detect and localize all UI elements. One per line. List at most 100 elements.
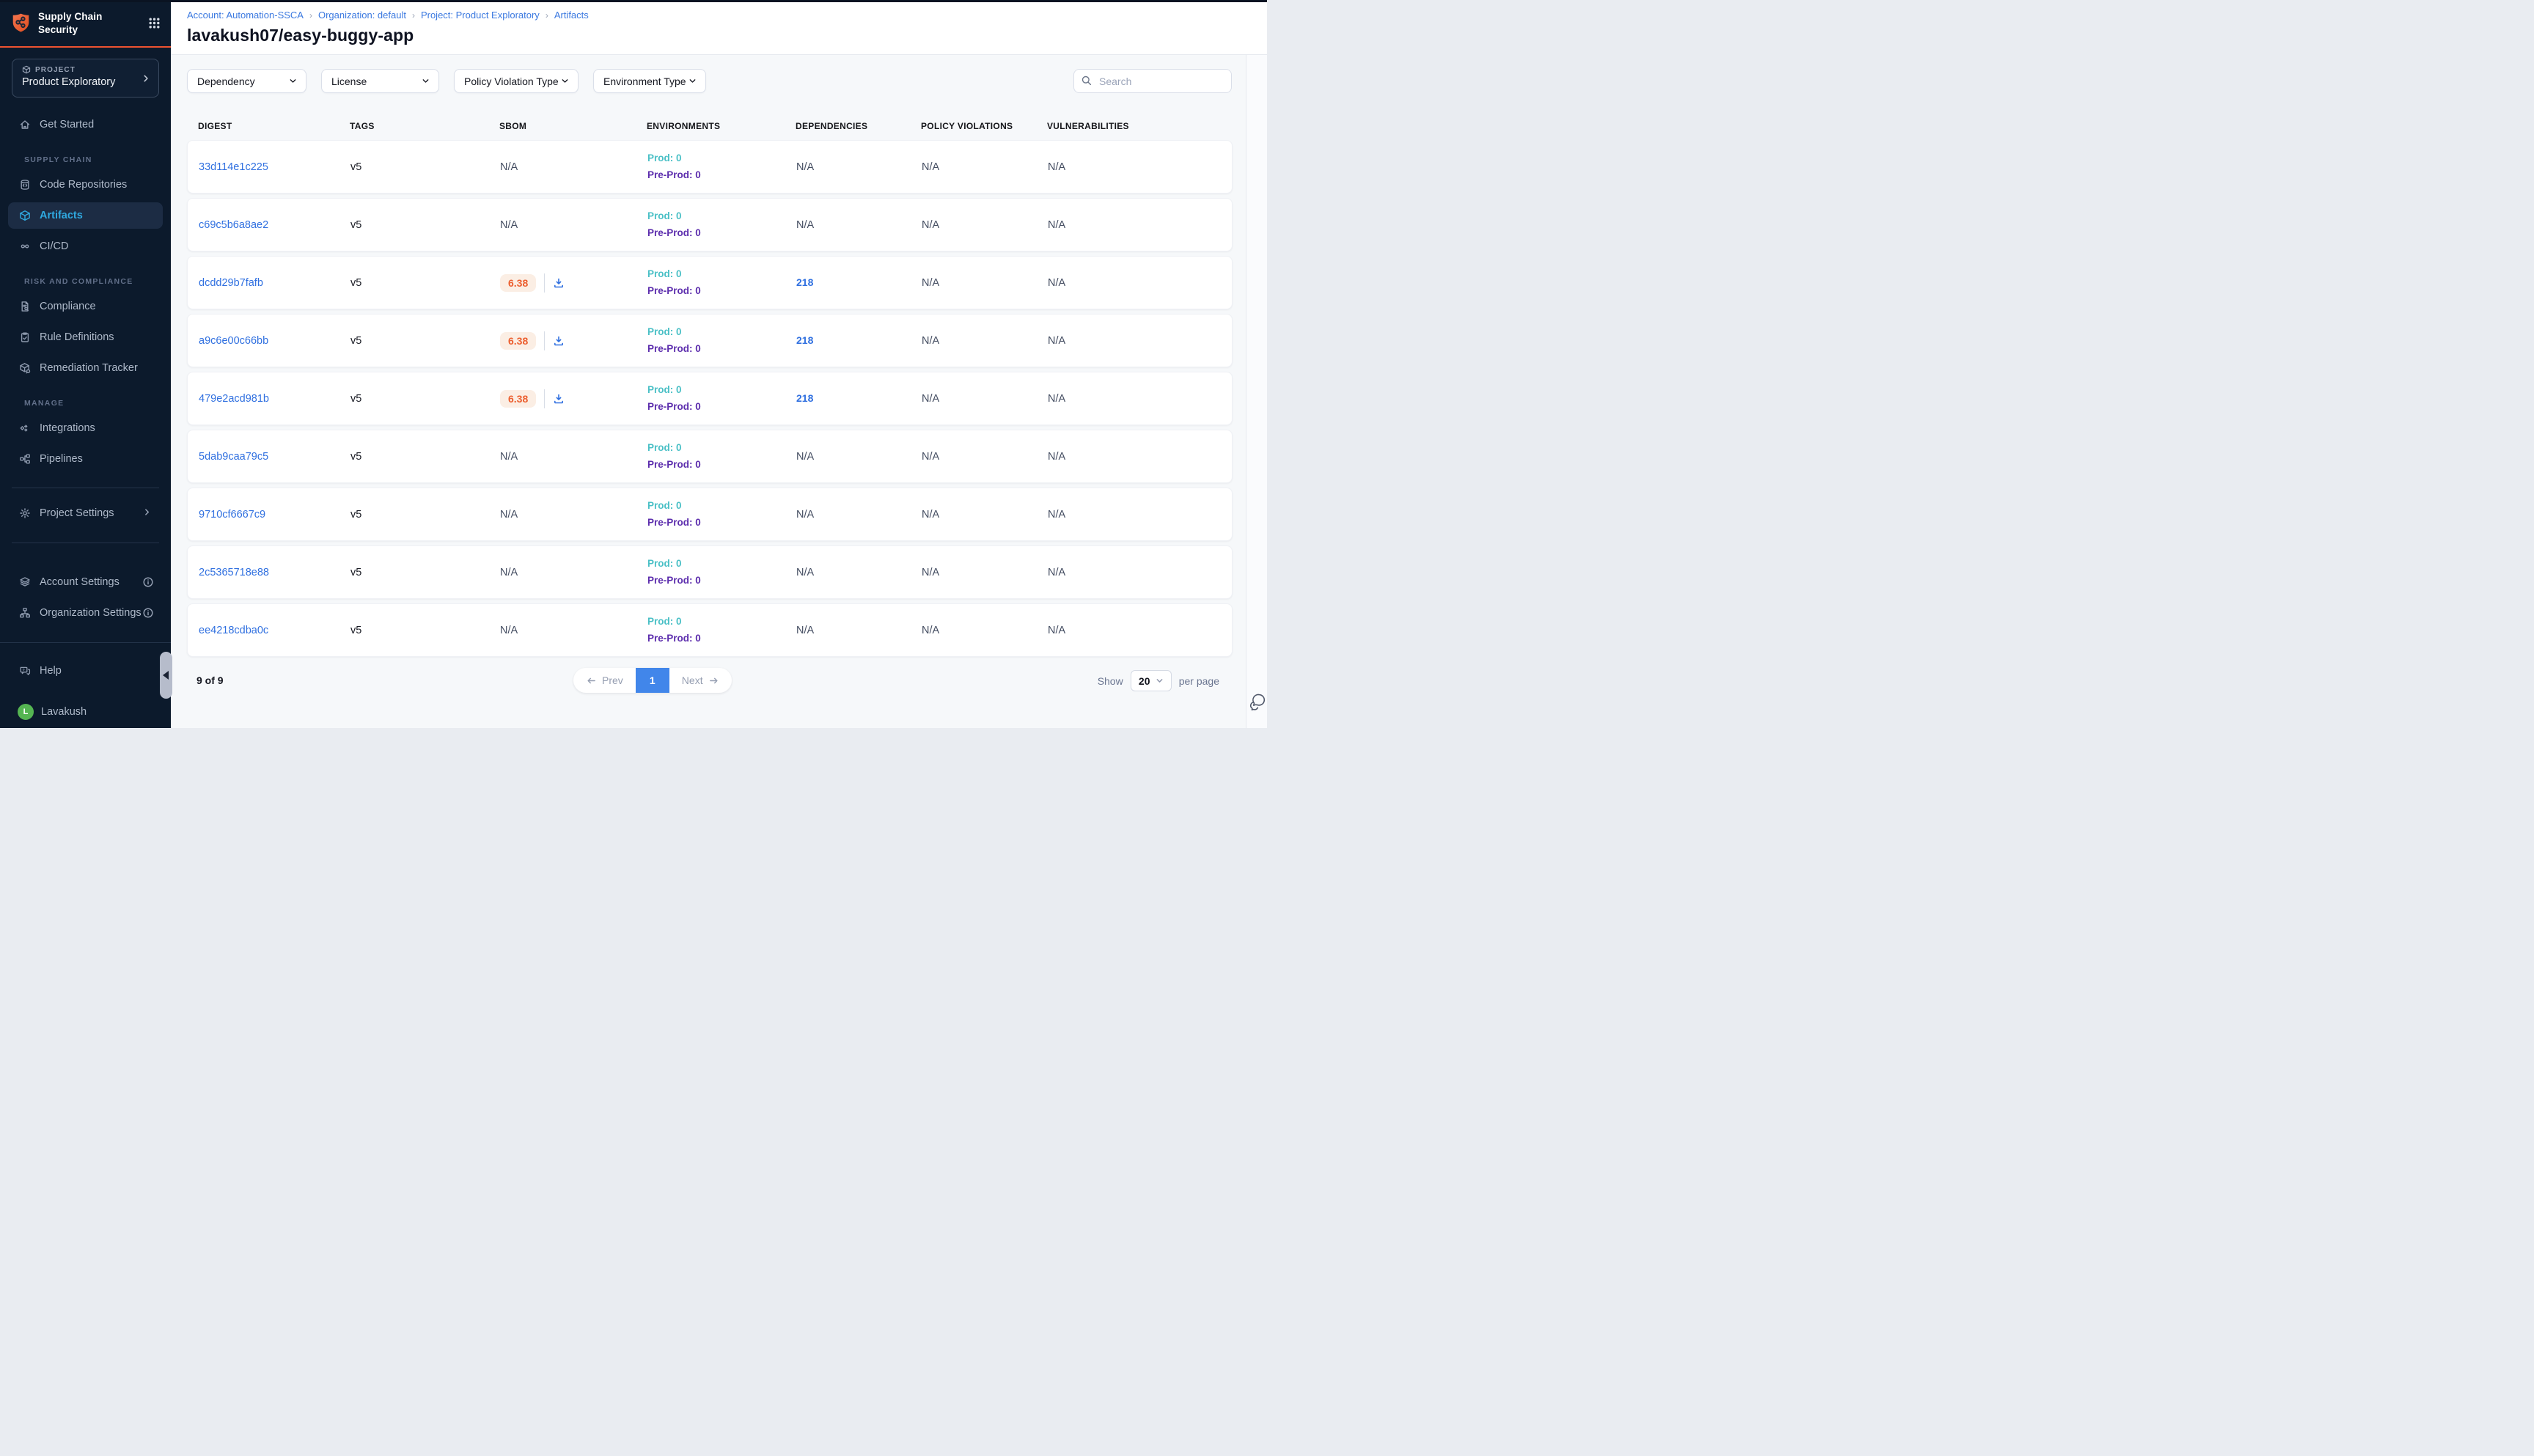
project-selector[interactable]: PROJECT Product Exploratory (12, 59, 159, 98)
sidebar-item-remediation-tracker[interactable]: Remediation Tracker (8, 355, 163, 381)
env-preprod-count: Pre-Prod: 0 (647, 515, 796, 531)
tag-value: v5 (350, 509, 500, 521)
digest-link[interactable]: dcdd29b7fafb (199, 277, 350, 289)
sidebar-item-project-settings[interactable]: Project Settings (8, 500, 163, 526)
digest-link[interactable]: c69c5b6a8ae2 (199, 219, 350, 231)
chevron-right-icon (141, 73, 151, 84)
dependencies-link[interactable]: 218 (796, 392, 813, 404)
breadcrumb-link-organization-default[interactable]: Organization: default (318, 10, 406, 21)
digest-link[interactable]: a9c6e00c66bb (199, 335, 350, 347)
next-page-button[interactable]: Next (669, 668, 732, 693)
breadcrumb-separator-icon: › (546, 10, 548, 21)
dependencies-link[interactable]: 218 (796, 276, 813, 288)
policy-violations-cell: N/A (922, 509, 1048, 521)
sidebar-divider (0, 642, 171, 643)
column-header-vulnerabilities: VULNERABILITIES (1047, 121, 1233, 131)
sidebar-item-label: Rule Definitions (40, 331, 114, 343)
sidebar-item-organization-settings[interactable]: Organization Settings (8, 600, 163, 626)
dependencies-cell: 218 (796, 392, 922, 405)
prev-page-button[interactable]: Prev (573, 668, 636, 693)
breadcrumb: Account: Automation-SSCA › Organization: d… (187, 10, 1267, 21)
page-1-button[interactable]: 1 (636, 668, 669, 693)
tag-value: v5 (350, 567, 500, 578)
filter-dropdown-policy-violation-type[interactable]: Policy Violation Type (454, 69, 579, 93)
chevron-down-icon (422, 77, 430, 85)
digest-link[interactable]: 2c5365718e88 (199, 567, 350, 578)
arrow-left-icon (586, 675, 597, 686)
info-icon[interactable] (142, 607, 154, 619)
show-label: Show (1098, 675, 1123, 687)
dependencies-cell: N/A (796, 218, 922, 232)
sidebar-item-rule-definitions[interactable]: Rule Definitions (8, 324, 163, 350)
column-header-environments: ENVIRONMENTS (647, 121, 796, 131)
sidebar-collapse-handle[interactable] (160, 652, 172, 699)
table-row: 33d114e1c225v5N/AProd: 0Pre-Prod: 0N/AN/… (187, 140, 1233, 194)
content: Dependency License Policy Violation Type En… (171, 55, 1267, 728)
sidebar-item-label: CI/CD (40, 240, 68, 252)
table-row: dcdd29b7fafbv56.38Prod: 0Pre-Prod: 0218N… (187, 256, 1233, 309)
sidebar-item-help[interactable]: ? Help (8, 658, 163, 684)
app-window: Supply Chain Security PROJECT (0, 0, 1267, 728)
breadcrumb-link-account-automation-ssca[interactable]: Account: Automation-SSCA (187, 10, 304, 21)
digest-link[interactable]: 9710cf6667c9 (199, 509, 350, 521)
chevron-right-icon (142, 507, 154, 519)
filter-dropdown-license[interactable]: License (321, 69, 439, 93)
chat-support-icon[interactable] (1248, 692, 1266, 710)
sbom-cell: 6.38 (500, 389, 647, 408)
page-size-select[interactable]: 20 (1131, 670, 1172, 691)
cube-wrench-icon (19, 362, 31, 374)
column-header-policy-violations: POLICY VIOLATIONS (921, 121, 1047, 131)
per-page-label: per page (1179, 675, 1219, 687)
sidebar-item-artifacts[interactable]: Artifacts (8, 202, 163, 229)
search-input[interactable] (1073, 69, 1232, 93)
filter-dropdown-environment-type[interactable]: Environment Type (593, 69, 706, 93)
env-preprod-count: Pre-Prod: 0 (647, 457, 796, 473)
sidebar-header: Supply Chain Security (0, 0, 171, 48)
policy-violations-cell: N/A (922, 567, 1048, 578)
dependencies-link[interactable]: 218 (796, 334, 813, 346)
chevron-down-icon (561, 77, 569, 85)
environments-cell: Prod: 0Pre-Prod: 0 (647, 498, 796, 531)
sbom-na: N/A (500, 509, 518, 521)
sidebar-item-pipelines[interactable]: Pipelines (8, 446, 163, 472)
dependencies-cell: 218 (796, 276, 922, 290)
info-icon[interactable] (142, 576, 154, 588)
next-label: Next (682, 674, 703, 686)
sidebar-user[interactable]: L Lavakush (8, 699, 163, 725)
sidebar-item-get-started[interactable]: Get Started (8, 111, 163, 138)
page-header: Account: Automation-SSCA › Organization: d… (171, 0, 1267, 55)
breadcrumb-link-project-product-exploratory[interactable]: Project: Product Exploratory (421, 10, 540, 21)
breadcrumb-link-artifacts[interactable]: Artifacts (554, 10, 589, 21)
sidebar-item-compliance[interactable]: Compliance (8, 293, 163, 320)
environments-cell: Prod: 0Pre-Prod: 0 (647, 382, 796, 415)
sbom-cell: N/A (500, 567, 647, 578)
table-row: 5dab9caa79c5v5N/AProd: 0Pre-Prod: 0N/AN/… (187, 430, 1233, 483)
app-grid-icon[interactable] (148, 17, 161, 29)
env-prod-count: Prod: 0 (647, 266, 796, 282)
digest-link[interactable]: 479e2acd981b (199, 393, 350, 405)
chevron-down-icon (1156, 677, 1164, 685)
filter-dropdown-dependency[interactable]: Dependency (187, 69, 306, 93)
supply-chain-security-logo-icon (11, 12, 31, 34)
sbom-download-icon[interactable] (553, 393, 565, 405)
environments-cell: Prod: 0Pre-Prod: 0 (647, 208, 796, 241)
digest-link[interactable]: 33d114e1c225 (199, 161, 350, 173)
sbom-cell: N/A (500, 509, 647, 521)
digest-link[interactable]: ee4218cdba0c (199, 625, 350, 636)
sbom-divider (544, 331, 545, 350)
sidebar-item-label: Account Settings (40, 576, 120, 588)
policy-violations-cell: N/A (922, 277, 1048, 289)
sidebar-item-integrations[interactable]: Integrations (8, 415, 163, 441)
breadcrumb-separator-icon: › (412, 10, 415, 21)
sidebar-item-account-settings[interactable]: Account Settings (8, 569, 163, 595)
column-header-digest: DIGEST (198, 121, 350, 131)
sbom-download-icon[interactable] (553, 277, 565, 289)
vulnerabilities-cell: N/A (1048, 393, 1232, 405)
sbom-download-icon[interactable] (553, 335, 565, 347)
sidebar-item-ci-cd[interactable]: CI/CD (8, 233, 163, 260)
digest-link[interactable]: 5dab9caa79c5 (199, 451, 350, 463)
env-preprod-count: Pre-Prod: 0 (647, 630, 796, 647)
chevron-down-icon (289, 77, 297, 85)
sidebar-item-code-repositories[interactable]: Code Repositories (8, 172, 163, 198)
repo-icon (19, 179, 31, 191)
